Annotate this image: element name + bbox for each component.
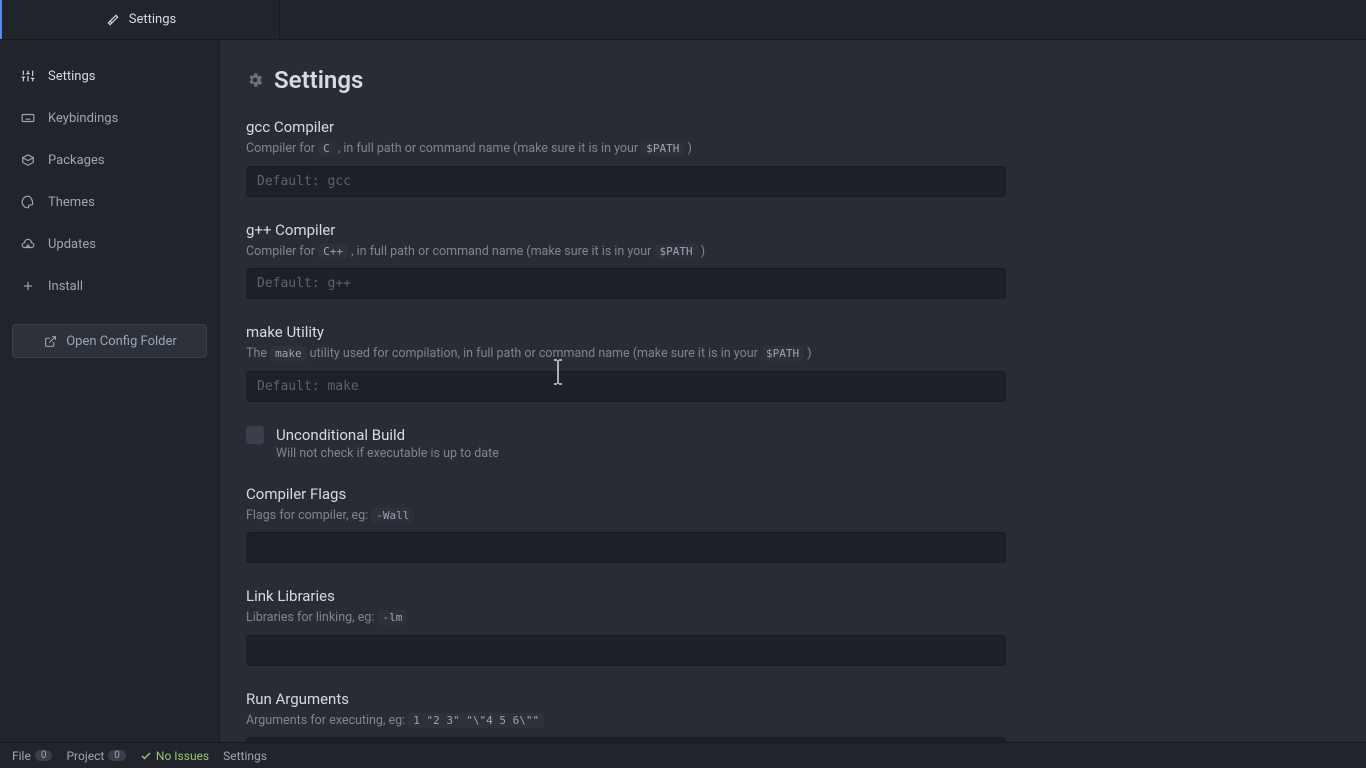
sidebar-item-label: Updates (48, 237, 96, 252)
status-file[interactable]: File 0 (12, 749, 52, 763)
tools-icon (105, 12, 121, 28)
config-button-label: Open Config Folder (66, 334, 177, 349)
setting-gpp-input[interactable] (246, 268, 1006, 299)
setting-runargs-title: Run Arguments (246, 690, 1006, 708)
sidebar-item-label: Keybindings (48, 111, 118, 126)
sidebar-item-install[interactable]: Install (12, 268, 207, 304)
sidebar-item-label: Settings (48, 69, 95, 84)
setting-cflags-desc: Flags for compiler, eg: -Wall (246, 507, 1006, 525)
open-config-folder-button[interactable]: Open Config Folder (12, 324, 207, 358)
tab-label: Settings (129, 12, 176, 27)
sidebar-item-keybindings[interactable]: Keybindings (12, 100, 207, 136)
setting-linklib-desc: Libraries for linking, eg: -lm (246, 609, 1006, 627)
sliders-icon (20, 68, 36, 84)
external-link-icon (42, 333, 58, 349)
gear-icon (246, 71, 264, 89)
setting-gcc-title: gcc Compiler (246, 118, 1006, 136)
sidebar-item-label: Install (48, 279, 83, 294)
setting-linklib-input[interactable] (246, 635, 1006, 666)
tab-settings[interactable]: Settings (0, 0, 279, 39)
status-settings[interactable]: Settings (223, 749, 267, 763)
sidebar-item-label: Packages (48, 153, 105, 168)
setting-make-title: make Utility (246, 323, 1006, 341)
setting-linklib-title: Link Libraries (246, 587, 1006, 605)
plus-icon (20, 278, 36, 294)
status-no-issues[interactable]: No Issues (140, 749, 209, 763)
sidebar-item-label: Themes (48, 195, 95, 210)
setting-gcc-desc: Compiler for C , in full path or command… (246, 140, 1006, 158)
setting-gcc-input[interactable] (246, 166, 1006, 197)
cloud-download-icon (20, 236, 36, 252)
status-project[interactable]: Project 0 (66, 749, 125, 763)
tab-strip-empty (280, 0, 1366, 39)
sidebar-item-updates[interactable]: Updates (12, 226, 207, 262)
paint-icon (20, 194, 36, 210)
setting-gpp-desc: Compiler for C++ , in full path or comma… (246, 243, 1006, 261)
status-bar: File 0 Project 0 No Issues Settings (0, 742, 1366, 768)
sidebar-item-settings[interactable]: Settings (12, 58, 207, 94)
setting-cflags-input[interactable] (246, 532, 1006, 563)
setting-runargs-desc: Arguments for executing, eg: 1 "2 3" "\"… (246, 712, 1006, 730)
setting-make-input[interactable] (246, 371, 1006, 402)
setting-uncond-title: Unconditional Build (276, 426, 499, 444)
setting-cflags-title: Compiler Flags (246, 485, 1006, 503)
setting-make-desc: The make utility used for compilation, i… (246, 345, 1006, 363)
sidebar-item-themes[interactable]: Themes (12, 184, 207, 220)
page-title: Settings (274, 66, 363, 94)
setting-uncond-desc: Will not check if executable is up to da… (276, 446, 499, 461)
settings-sidebar: Settings Keybindings Packages Themes (0, 40, 220, 742)
setting-gpp-title: g++ Compiler (246, 221, 1006, 239)
package-icon (20, 152, 36, 168)
keyboard-icon (20, 110, 36, 126)
setting-runargs-input[interactable] (246, 737, 1006, 742)
unconditional-build-checkbox[interactable] (246, 426, 264, 444)
settings-content: Settings gcc Compiler Compiler for C , i… (220, 40, 1366, 742)
sidebar-item-packages[interactable]: Packages (12, 142, 207, 178)
